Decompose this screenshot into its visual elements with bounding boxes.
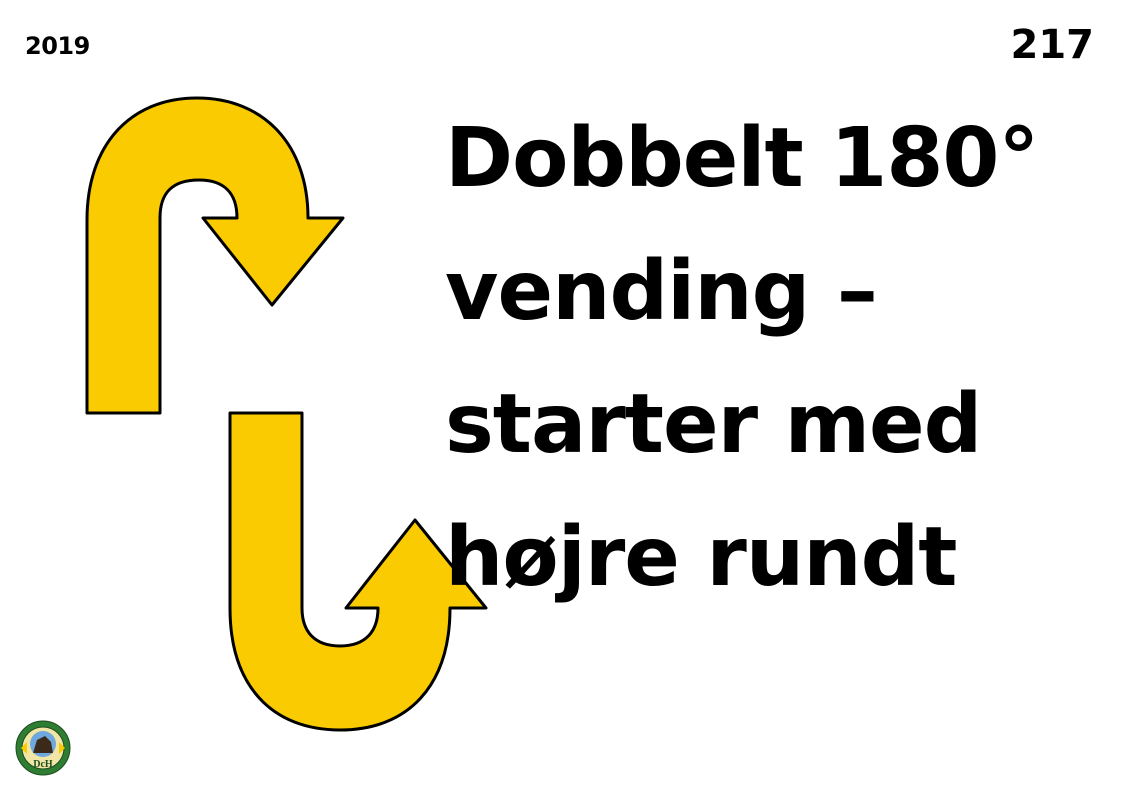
title-line: højre rundt	[445, 510, 958, 605]
svg-text:DcH: DcH	[33, 759, 53, 770]
sign-page: 2019 217 Dobbelt 180° vending – starter …	[0, 0, 1122, 793]
sign-title: Dobbelt 180° vending – starter med højre…	[445, 92, 1115, 624]
title-line: starter med	[445, 377, 982, 472]
title-line: vending –	[445, 244, 878, 339]
dch-logo-icon: DcH	[15, 720, 71, 776]
title-line: Dobbelt 180°	[445, 111, 1039, 206]
u-turn-right-arrow-icon	[85, 96, 345, 415]
